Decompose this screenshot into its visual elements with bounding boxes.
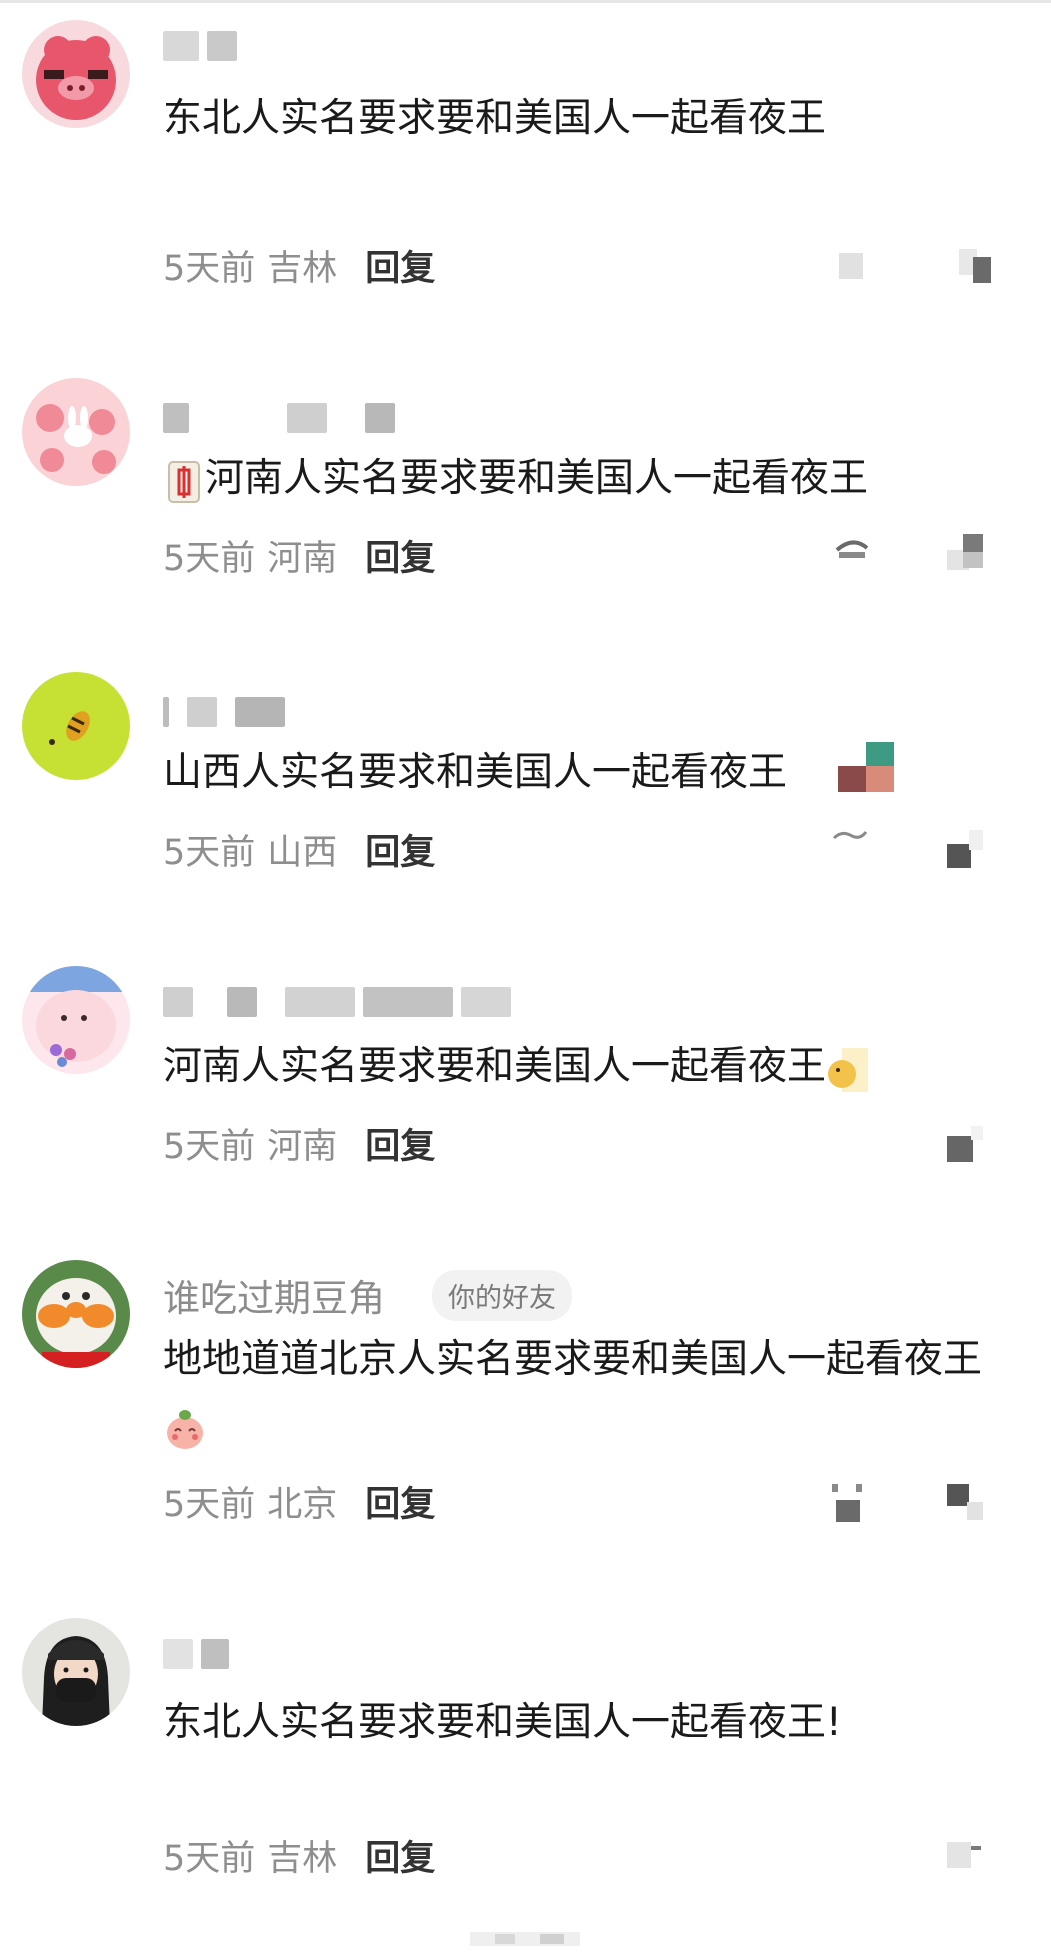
username-masked[interactable] [163,688,293,731]
mosaic-blur [365,402,395,433]
mosaic-blur [163,696,169,727]
mosaic-blur [287,402,327,433]
reply-button[interactable]: 回复 [365,1839,435,1879]
comment-location: 河南 [267,1127,338,1167]
username[interactable]: 谁吃过期豆角 [163,1268,385,1322]
pink-blob-flowers-avatar[interactable] [22,966,130,1074]
comment-text-body: 河南人实名要求要和美国人一起看夜王 [205,456,869,501]
friend-badge: 你的好友 [432,1270,572,1321]
mosaic-blur [227,986,257,1017]
comment-text: 河南人实名要求要和美国人一起看夜王 [163,446,1013,512]
pink-cartoon-pig-avatar[interactable] [22,20,130,128]
avatar-image [22,378,130,486]
comment-text: 河南人实名要求要和美国人一起看夜王 [163,1034,1013,1100]
comment-text: 东北人实名要求要和美国人一起看夜王 [163,96,827,141]
mosaic-blur [163,30,199,61]
thumbs-down-icon[interactable] [945,1482,985,1522]
avatar-image [22,1618,130,1726]
comment-time: 5天前 [163,249,256,289]
thumbs-down-icon[interactable] [955,245,995,285]
mosaic-blur [163,1638,193,1669]
comment-text: 地地道道北京人实名要求要和美国人一起看夜王 [163,1327,1013,1459]
thumbs-down-icon[interactable] [945,1836,985,1876]
masked-woman-photo-avatar[interactable] [22,1618,130,1726]
orange-cheek-mascot-avatar[interactable] [22,1260,130,1368]
top-divider [0,0,1051,3]
peach-blush-emoji [165,1406,205,1450]
pixelated-emoji [838,742,894,792]
username-masked[interactable] [163,394,403,437]
reply-button[interactable]: 回复 [365,249,435,289]
username-masked[interactable] [163,1630,237,1673]
comment-time: 5天前 [163,833,256,873]
comment-meta: 5天前 山西 回复 [163,824,435,875]
mosaic-blur [163,402,189,433]
comment-text-body: 地地道道北京人实名要求要和美国人一起看夜王 [163,1337,983,1382]
reply-button[interactable]: 回复 [365,539,435,579]
avatar-image [22,20,130,128]
comment-meta: 5天前 吉林 回复 [163,240,435,291]
thumbs-up-icon[interactable] [833,245,873,285]
reply-button[interactable]: 回复 [365,1127,435,1167]
comment-meta: 5天前 吉林 回复 [163,1830,435,1881]
mosaic-blur [187,696,217,727]
thumbs-up-icon[interactable] [830,822,870,862]
reply-button[interactable]: 回复 [365,833,435,873]
comment-meta: 5天前 河南 回复 [163,530,435,581]
comment-text: 东北人实名要求要和美国人一起看夜王! [163,1700,842,1745]
reply-button[interactable]: 回复 [365,1485,435,1525]
comment-text-body: 河南人实名要求要和美国人一起看夜王 [163,1044,827,1089]
mosaic-blur [163,986,193,1017]
green-circle-bee-avatar[interactable] [22,672,130,780]
avatar-image [22,966,130,1074]
comment-time: 5天前 [163,1839,256,1879]
username-masked[interactable] [163,978,519,1021]
username-masked[interactable] [163,22,245,65]
comment-text-body: 山西人实名要求和美国人一起看夜王 [163,750,788,795]
comment-meta: 5天前 北京 回复 [163,1476,435,1527]
bottom-watermark-strip [0,1928,1051,1950]
comment-location: 山西 [267,833,338,873]
mosaic-blur [201,1638,229,1669]
comment-time: 5天前 [163,1127,256,1167]
comment-location: 北京 [267,1485,338,1525]
pink-cherry-bunny-avatar[interactable] [22,378,130,486]
thumbs-up-icon[interactable] [833,530,873,570]
thumbs-down-icon[interactable] [945,830,985,870]
thumbs-down-icon[interactable] [945,532,985,572]
mosaic-blur [207,30,237,61]
comment-meta: 5天前 河南 回复 [163,1118,435,1169]
comment-location: 吉林 [267,1839,338,1879]
mosaic-blur [285,986,355,1017]
comment-time: 5天前 [163,539,256,579]
avatar-image [22,672,130,780]
mosaic-blur [461,986,511,1017]
mahjong-red-dragon-emoji [165,459,205,503]
mosaic-blur [363,986,453,1017]
mosaic-blur [235,696,285,727]
comment-location: 吉林 [267,249,338,289]
avatar-image [22,1260,130,1368]
thumbs-up-icon[interactable] [828,1482,868,1522]
comment-location: 河南 [267,539,338,579]
thumbs-down-icon[interactable] [945,1126,985,1166]
comment-time: 5天前 [163,1485,256,1525]
yellow-face-emoji [828,1047,869,1092]
